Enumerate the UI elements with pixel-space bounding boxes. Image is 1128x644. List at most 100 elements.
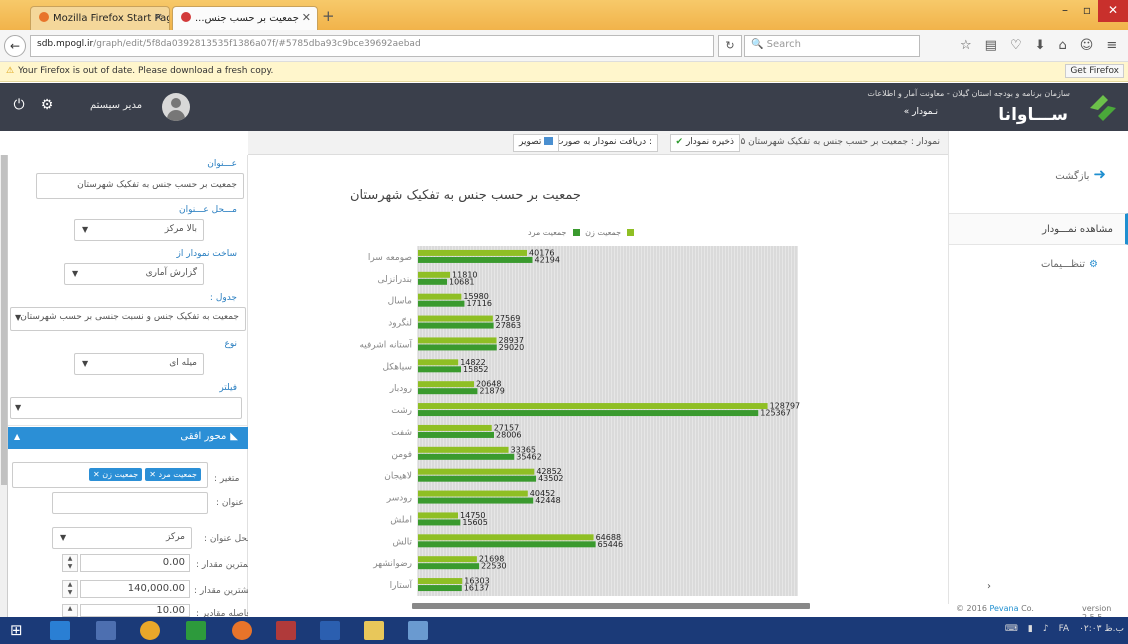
sidebar-item-settings[interactable]: تنظـــیمات ⚙ xyxy=(1041,259,1098,270)
firefox-taskbar-icon[interactable] xyxy=(232,621,252,640)
chevron-right-icon[interactable]: › xyxy=(987,581,991,592)
save-chart-button[interactable]: ✔ ذخیره نمودار xyxy=(669,134,740,152)
bar-male[interactable] xyxy=(418,256,533,263)
build-from-select[interactable]: گزارش آماری ▼ xyxy=(64,263,204,285)
title-input[interactable]: جمعیت بر حسب جنس به تفکیک شهرستان xyxy=(36,173,244,199)
bar-female[interactable] xyxy=(418,249,528,256)
reload-icon[interactable]: ↻ xyxy=(718,35,742,57)
bar-female[interactable] xyxy=(418,556,477,563)
clock[interactable]: ۰۲:۰۳ ب.ظ xyxy=(1079,624,1124,634)
bar-female[interactable] xyxy=(418,271,451,278)
bar-male[interactable] xyxy=(418,475,537,482)
bar-male[interactable] xyxy=(418,300,465,307)
bar-male[interactable] xyxy=(418,322,494,329)
url-bar[interactable]: sdb.mpogl.ir/graph/edit/5f8da0392813535f… xyxy=(30,35,714,57)
download-icon[interactable]: ⬇ xyxy=(1035,38,1046,53)
bar-female[interactable] xyxy=(418,534,594,541)
bar-male[interactable] xyxy=(418,278,447,285)
bar-male[interactable] xyxy=(418,497,534,504)
bar-male[interactable] xyxy=(418,410,759,417)
internet-explorer-icon[interactable] xyxy=(50,621,70,640)
username[interactable]: مدیر سیستم xyxy=(90,100,142,111)
keyboard-icon[interactable]: ⌨ xyxy=(1005,624,1018,634)
tab-savana-chart[interactable]: ...جمعیت بر حسب جنس ✕ xyxy=(172,6,318,30)
close-window-icon[interactable]: ✕ xyxy=(1098,0,1128,22)
language-indicator[interactable]: FA xyxy=(1059,624,1070,634)
bar-female[interactable] xyxy=(418,424,492,431)
horizontal-axis-header[interactable]: ▲ محور افقی ◣ xyxy=(8,427,248,449)
table-select[interactable]: جمعیت به تفکیک جنس و نسبت جنسی بر حسب شه… xyxy=(10,307,246,331)
maximize-icon[interactable]: ▫ xyxy=(1076,0,1098,22)
search-input[interactable]: 🔍 Search xyxy=(744,35,920,57)
close-tab-icon[interactable]: ✕ xyxy=(302,11,311,24)
bar-female[interactable] xyxy=(418,315,493,322)
bar-female[interactable] xyxy=(418,403,768,410)
bar-male[interactable] xyxy=(418,431,495,438)
bar-female[interactable] xyxy=(418,359,459,366)
bar-female[interactable] xyxy=(418,578,463,585)
variable-tags-input[interactable]: جمعیت مرد ✕جمعیت زن ✕ xyxy=(12,462,208,488)
gear-icon[interactable]: ⚙ xyxy=(38,97,56,115)
minimize-icon[interactable]: – xyxy=(1054,0,1076,22)
word-icon[interactable] xyxy=(320,621,340,640)
chat-icon[interactable]: ☺ xyxy=(1080,38,1094,53)
network-icon[interactable]: ▮ xyxy=(1028,624,1033,634)
menu-icon[interactable]: ≡ xyxy=(1106,38,1117,53)
store-icon[interactable] xyxy=(186,621,206,640)
axis-title-position-select[interactable]: مرکز ▼ xyxy=(52,527,192,549)
collapse-icon[interactable]: ▲ xyxy=(14,432,20,441)
pocket-icon[interactable]: ♡ xyxy=(1010,38,1022,53)
filter-select[interactable]: ▼ xyxy=(10,397,242,419)
back-button[interactable]: بازگشت ➜ xyxy=(1055,165,1106,183)
bar-male[interactable] xyxy=(418,453,515,460)
axis-title-input[interactable] xyxy=(52,492,208,514)
volume-icon[interactable]: ♪ xyxy=(1043,624,1049,634)
max-value-stepper[interactable]: ▲ ▼ xyxy=(62,580,78,598)
variable-tag[interactable]: جمعیت مرد ✕ xyxy=(145,468,201,481)
interval-stepper[interactable]: ▲ xyxy=(62,604,78,617)
legend-label-female[interactable]: جمعیت زن xyxy=(585,228,621,237)
back-arrow-icon[interactable]: ← xyxy=(4,35,26,57)
bar-female[interactable] xyxy=(418,293,462,300)
bar-female[interactable] xyxy=(418,490,528,497)
max-value-input[interactable]: 140,000.00 xyxy=(80,580,190,598)
close-tab-icon[interactable]: ✕ xyxy=(154,11,163,24)
interval-input[interactable]: 10.00 xyxy=(80,604,190,617)
variable-tag[interactable]: جمعیت زن ✕ xyxy=(89,468,143,481)
chart-type-select[interactable]: میله ای ▼ xyxy=(74,353,204,375)
download-chart-button[interactable]: دریافت نمودار به صورت : xyxy=(549,134,658,152)
access-icon[interactable] xyxy=(276,621,296,640)
bar-male[interactable] xyxy=(418,585,462,592)
avatar[interactable] xyxy=(162,93,190,121)
image-export-button[interactable]: تصویر xyxy=(513,134,560,152)
bar-male[interactable] xyxy=(418,519,461,526)
bar-male[interactable] xyxy=(418,563,480,570)
bar-female[interactable] xyxy=(418,337,497,344)
bar-female[interactable] xyxy=(418,468,535,475)
paint-icon[interactable] xyxy=(408,621,428,640)
sidebar-item-view-chart[interactable]: مشاهده نمـــودار xyxy=(949,213,1128,245)
title-position-select[interactable]: بالا مرکز ▼ xyxy=(74,219,204,241)
bar-male[interactable] xyxy=(418,344,497,351)
min-value-input[interactable]: 0.00 xyxy=(80,554,190,572)
bar-male[interactable] xyxy=(418,366,462,373)
mail-icon[interactable] xyxy=(96,621,116,640)
chart-horizontal-scrollbar[interactable] xyxy=(412,603,810,609)
new-tab-button[interactable]: + xyxy=(322,7,335,25)
tab-firefox-start[interactable]: Mozilla Firefox Start Page ✕ xyxy=(30,6,170,30)
bar-female[interactable] xyxy=(418,512,459,519)
reading-list-icon[interactable]: ▤ xyxy=(985,38,997,53)
breadcrumb-chart[interactable]: « نـمودار xyxy=(904,107,938,117)
bar-female[interactable] xyxy=(418,381,475,388)
scrollbar-thumb[interactable] xyxy=(1,155,7,485)
file-explorer-icon[interactable] xyxy=(364,621,384,640)
bar-male[interactable] xyxy=(418,541,596,548)
bar-female[interactable] xyxy=(418,446,509,453)
home-icon[interactable]: ⌂ xyxy=(1059,38,1067,53)
copyright-link[interactable]: Pevana xyxy=(989,604,1018,613)
get-firefox-button[interactable]: Get Firefox xyxy=(1065,64,1124,78)
bookmark-star-icon[interactable]: ☆ xyxy=(960,38,972,53)
min-value-stepper[interactable]: ▲ ▼ xyxy=(62,554,78,572)
bar-male[interactable] xyxy=(418,388,478,395)
chrome-icon[interactable] xyxy=(140,621,160,640)
